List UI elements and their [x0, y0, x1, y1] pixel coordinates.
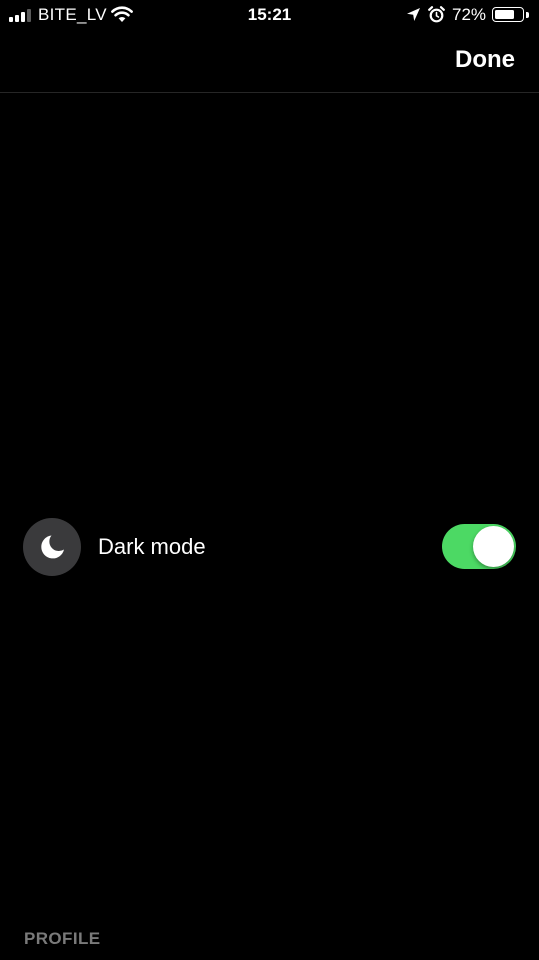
alarm-clock-icon [428, 6, 445, 23]
profile-section-label: PROFILE [24, 929, 101, 948]
dark-mode-label: Dark mode [98, 534, 206, 559]
dark-mode-toggle[interactable] [442, 524, 516, 569]
battery-percentage: 72% [452, 5, 487, 24]
status-bar: BITE_LV 15:21 72% [0, 0, 539, 30]
dark-mode-setting-row[interactable]: Dark mode [0, 517, 539, 577]
moon-icon [41, 535, 64, 559]
done-button[interactable]: Done [455, 46, 515, 74]
toggle-knob[interactable] [473, 526, 514, 567]
moon-icon-badge [23, 518, 81, 576]
navigation-bar: Done [0, 30, 539, 93]
battery-icon [492, 7, 524, 22]
battery-level-fill [495, 10, 514, 19]
battery-tip [526, 12, 529, 18]
location-arrow-icon [407, 8, 420, 21]
